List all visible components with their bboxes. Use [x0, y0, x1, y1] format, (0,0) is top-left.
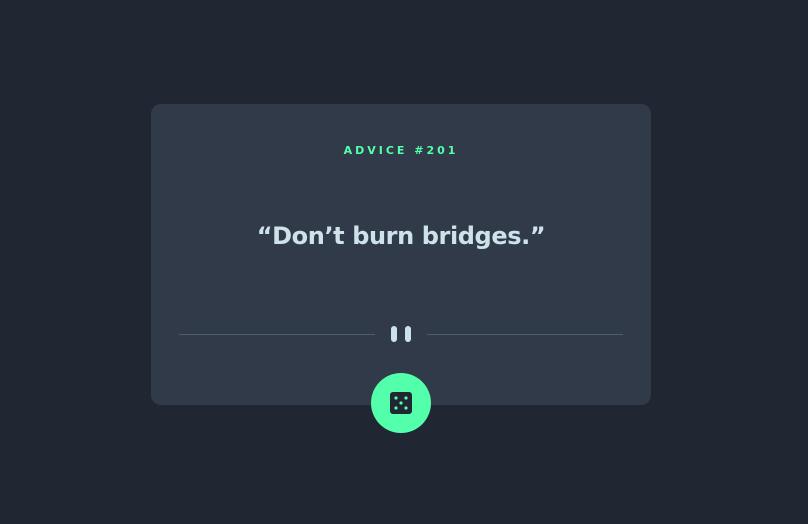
divider-line-left [179, 334, 375, 335]
pause-bar-right [405, 326, 411, 342]
page: ADVICE #201 “Don’t burn bridges.” [0, 0, 808, 524]
divider [179, 326, 623, 342]
generate-advice-button[interactable] [371, 373, 431, 433]
dice-icon [390, 392, 412, 414]
divider-line-right [427, 334, 623, 335]
advice-quote: “Don’t burn bridges.” [256, 222, 546, 250]
pause-bar-left [391, 326, 397, 342]
advice-number-label: ADVICE #201 [343, 144, 459, 157]
advice-card: ADVICE #201 “Don’t burn bridges.” [151, 104, 651, 405]
pause-icon [391, 326, 411, 342]
